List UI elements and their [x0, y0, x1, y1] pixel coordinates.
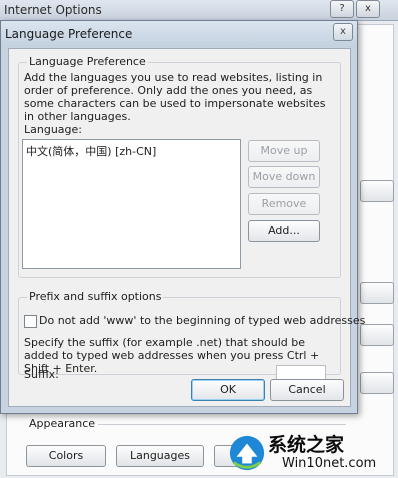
prefix-suffix-group-label: Prefix and suffix options	[27, 290, 164, 303]
language-list[interactable]: 中文(简体，中国) [zh-CN]	[22, 139, 241, 269]
appearance-label: Appearance	[26, 417, 99, 430]
languages-button[interactable]: Languages	[116, 445, 204, 467]
ok-button[interactable]: OK	[191, 379, 265, 401]
background-side-button[interactable]	[360, 372, 394, 394]
suffix-label: Suffix:	[24, 368, 59, 381]
dialog-titlebar: Language Preference x	[1, 21, 357, 47]
watermark-url: Win10net.com	[282, 456, 377, 471]
background-side-button[interactable]	[360, 324, 394, 346]
language-preference-dialog: Language Preference x Language Preferenc…	[0, 20, 365, 414]
watermark-brand: 系统之家	[268, 434, 345, 456]
language-list-label: Language:	[24, 123, 82, 136]
language-groupbox: Language Preference Add the languages yo…	[18, 55, 341, 278]
help-button[interactable]: ?	[330, 0, 354, 18]
language-list-item[interactable]: 中文(简体，中国) [zh-CN]	[26, 143, 156, 159]
dialog-close-button[interactable]: x	[333, 23, 353, 41]
move-up-button[interactable]: Move up	[248, 140, 320, 162]
internet-options-titlebar: Internet Options ? x	[0, 0, 398, 21]
background-side-button[interactable]	[360, 180, 394, 202]
prefix-suffix-groupbox: Prefix and suffix options Do not add 'ww…	[18, 290, 365, 385]
language-description: Add the languages you use to read websit…	[24, 71, 326, 123]
window-close-button[interactable]: x	[356, 0, 380, 18]
move-down-button[interactable]: Move down	[248, 166, 320, 188]
add-button[interactable]: Add...	[248, 220, 320, 242]
no-www-checkbox-label: Do not add 'www' to the beginning of typ…	[39, 314, 366, 327]
language-group-label: Language Preference	[27, 55, 148, 68]
dialog-title: Language Preference	[5, 27, 133, 41]
no-www-checkbox[interactable]	[24, 315, 37, 328]
cancel-button[interactable]: Cancel	[270, 379, 344, 401]
watermark: 系统之家 Win10net.com	[222, 426, 398, 478]
brand-logo-icon	[229, 435, 265, 471]
colors-button[interactable]: Colors	[26, 445, 106, 467]
internet-options-title: Internet Options	[4, 3, 102, 17]
dialog-body: Language Preference Add the languages yo…	[8, 48, 365, 407]
background-side-button[interactable]	[360, 282, 394, 304]
remove-button[interactable]: Remove	[248, 193, 320, 215]
